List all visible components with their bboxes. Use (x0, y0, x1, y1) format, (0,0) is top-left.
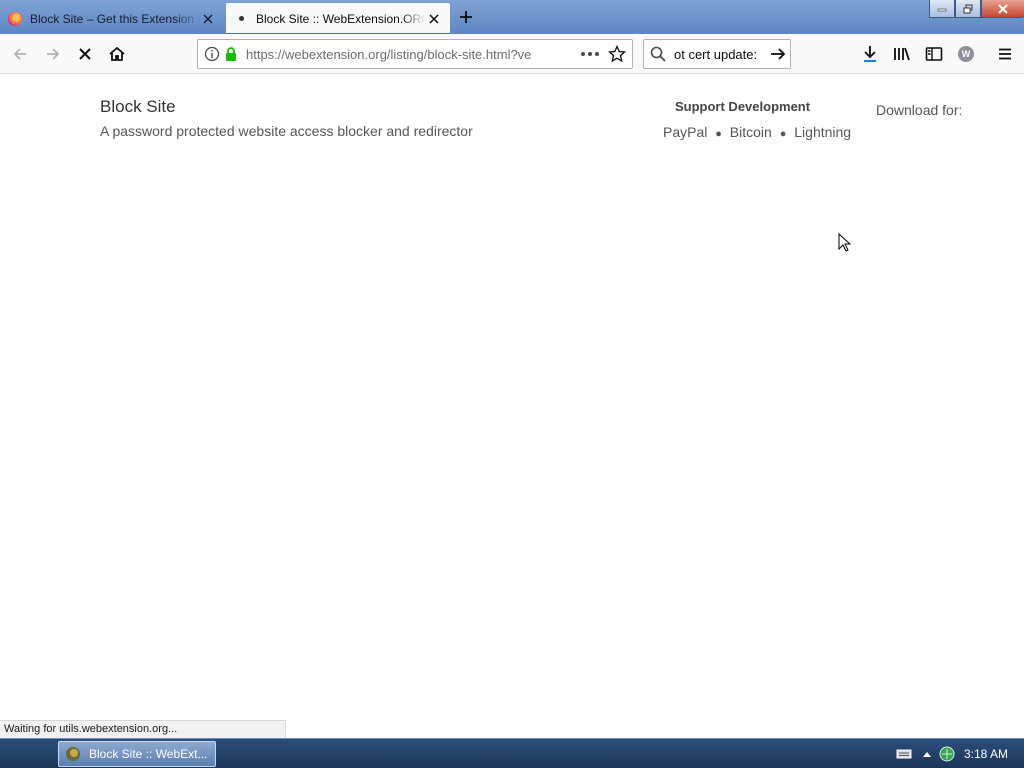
close-tab-icon[interactable] (426, 11, 442, 27)
separator: ● (779, 128, 787, 140)
start-button[interactable] (0, 739, 56, 768)
stop-button[interactable] (71, 40, 99, 68)
support-links: PayPal ● Bitcoin ● Lightning (663, 124, 851, 140)
support-heading: Support Development (675, 99, 811, 114)
stop-icon (79, 48, 91, 60)
close-window-button[interactable] (981, 0, 1024, 18)
url-bar[interactable]: https://webextension.org/listing/block-s… (197, 39, 633, 69)
firefox-icon (8, 11, 22, 26)
page-actions-icon[interactable] (580, 51, 600, 57)
tab-block-site-webextension[interactable]: Block Site :: WebExtension.ORG (226, 3, 450, 34)
firefox-taskbar-icon (66, 747, 80, 761)
downloads-button[interactable] (856, 40, 884, 68)
tab-label: Block Site :: WebExtension.ORG (256, 11, 426, 26)
info-icon[interactable] (204, 46, 220, 62)
tab-label: Block Site – Get this Extension for (30, 11, 200, 26)
search-input[interactable]: ot cert update: (674, 47, 770, 62)
url-text[interactable]: https://webextension.org/listing/block-s… (246, 47, 574, 62)
separator: ● (715, 128, 722, 140)
extension-button[interactable]: W (952, 40, 980, 68)
webextension-icon: W (958, 46, 974, 62)
taskbar-item-label: Block Site :: WebExt... (89, 747, 208, 761)
home-button[interactable] (103, 40, 131, 68)
menu-button[interactable] (991, 40, 1019, 68)
bitcoin-link[interactable]: Bitcoin (730, 124, 772, 140)
taskbar-item-firefox[interactable]: Block Site :: WebExt... (58, 741, 216, 767)
search-icon (650, 46, 666, 62)
page-content: Block Site A password protected website … (0, 75, 1024, 718)
arrow-right-icon (47, 48, 60, 60)
lightning-link[interactable]: Lightning (794, 124, 851, 140)
download-icon (864, 46, 876, 62)
library-icon (894, 47, 910, 61)
minimize-icon (937, 8, 947, 11)
page-title: Block Site (100, 97, 176, 116)
minimize-button[interactable] (929, 0, 955, 18)
close-tab-icon[interactable] (200, 11, 216, 27)
bookmark-star-icon[interactable] (608, 45, 626, 63)
navigation-toolbar: https://webextension.org/listing/block-s… (0, 34, 1024, 74)
new-tab-button[interactable] (455, 6, 477, 28)
forward-button[interactable] (39, 40, 67, 68)
window-controls (929, 0, 1024, 18)
library-button[interactable] (888, 40, 916, 68)
system-tray: 3:18 AM (896, 739, 1024, 768)
home-icon (109, 46, 125, 61)
restore-icon (963, 4, 973, 13)
title-bar: Block Site – Get this Extension for Bloc… (0, 0, 1024, 34)
page-tagline: A password protected website access bloc… (100, 123, 473, 139)
keyboard-icon[interactable] (896, 748, 912, 760)
search-bar[interactable]: ot cert update: (643, 39, 791, 69)
arrow-left-icon (13, 48, 26, 60)
loading-dot-icon (234, 12, 248, 26)
hamburger-menu-icon (999, 48, 1011, 60)
download-for-label: Download for: (876, 102, 963, 118)
lock-icon[interactable] (224, 46, 238, 62)
close-icon (998, 3, 1008, 14)
taskbar: Block Site :: WebExt... 3:18 AM (0, 738, 1024, 768)
network-icon[interactable] (938, 745, 956, 763)
search-go-arrow-icon[interactable] (770, 46, 786, 62)
tab-block-site-amo[interactable]: Block Site – Get this Extension for (0, 3, 224, 34)
status-text: Waiting for utils.webextension.org... (0, 720, 286, 738)
plus-icon (460, 11, 472, 23)
restore-button[interactable] (955, 0, 981, 18)
sidebar-icon (925, 47, 943, 61)
show-hidden-icons-icon[interactable] (922, 750, 932, 758)
sidebar-button[interactable] (920, 40, 948, 68)
back-button[interactable] (6, 40, 34, 68)
mouse-cursor-icon (838, 233, 852, 252)
clock[interactable]: 3:18 AM (964, 747, 1008, 761)
paypal-link[interactable]: PayPal (663, 124, 707, 140)
